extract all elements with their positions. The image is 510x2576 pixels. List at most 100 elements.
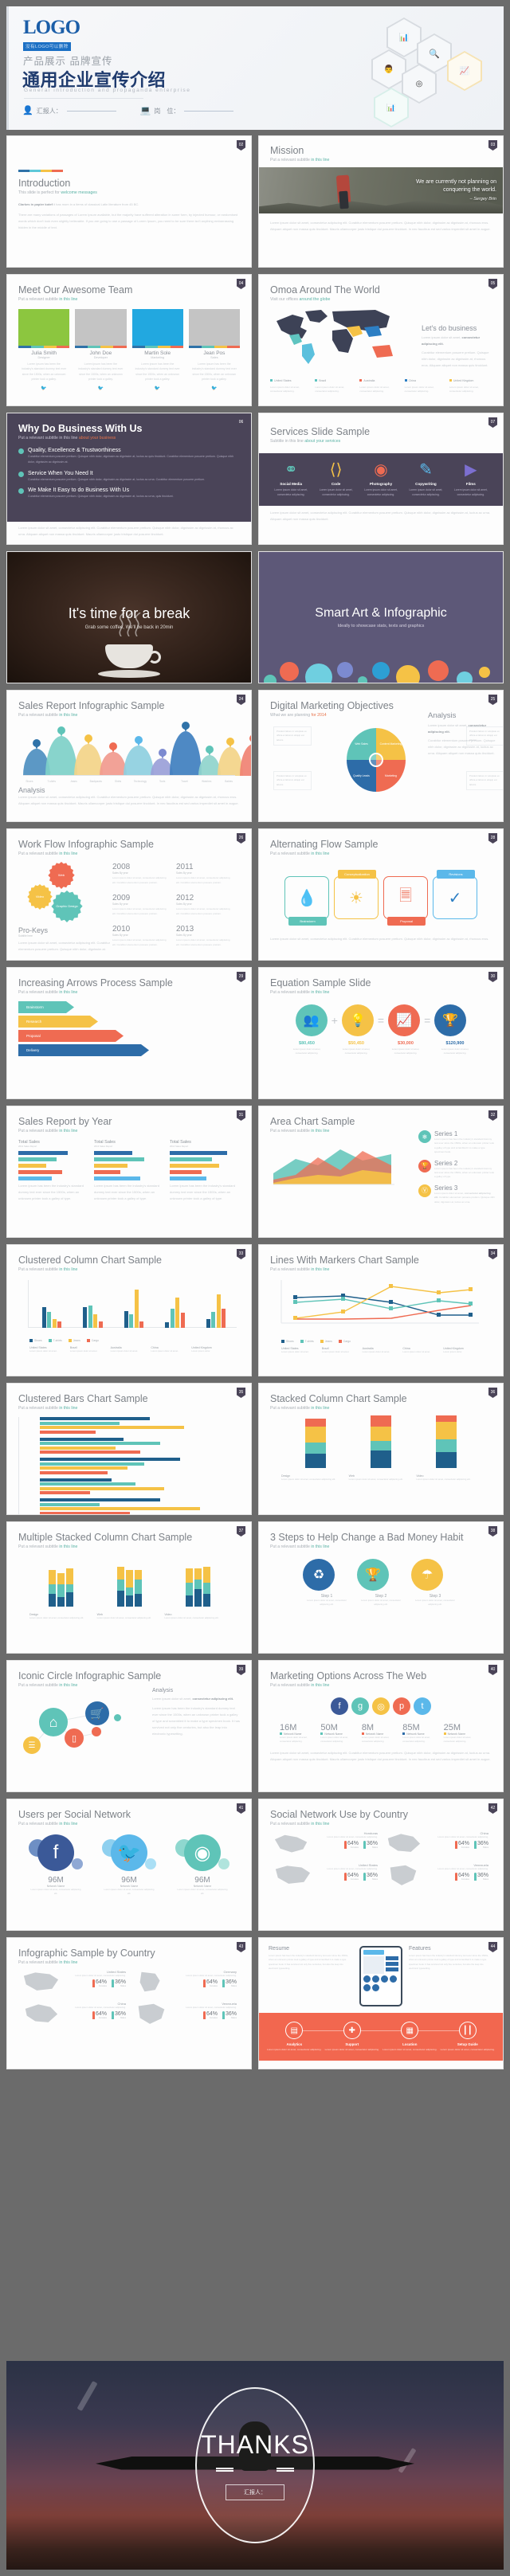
flow-card-revisions[interactable]: ✓ Revisions	[433, 870, 477, 919]
slide-work-flow[interactable]: 26 Work Flow Infographic Sample Put a re…	[6, 828, 252, 961]
flower-icon: ❄	[418, 1130, 431, 1143]
slide-clustered-column-chart[interactable]: 33 Clustered Column Chart Sample Put a r…	[6, 1244, 252, 1376]
analysis-body: Lorem ipsum dolor sit amet, consectetur …	[18, 795, 239, 805]
step-item[interactable]: 🏆 Step 2 Lorem ipsum dolor sit amet, conse…	[357, 1559, 405, 1607]
wifi-icon[interactable]: ☰	[23, 1736, 41, 1754]
twitter-icon[interactable]: 🐦	[132, 386, 183, 391]
step-item[interactable]: ☂ Step 3 Lorem ipsum dolor sit amet, conse…	[411, 1559, 459, 1607]
service-item[interactable]: ✎ Copywriting Lorem ipsum dolor sit amet, …	[405, 462, 446, 497]
slide-break[interactable]: It's time for a break Grab some coffee, …	[6, 551, 252, 683]
team-member[interactable]: John Doe Developer Lorem ipsum has been …	[75, 309, 127, 391]
slide-3-steps[interactable]: 38 3 Steps to Help Change a Bad Money Ha…	[258, 1521, 504, 1654]
arrow-step[interactable]: Proposal Lorem ipsum dolor sit amet, cons…	[18, 1030, 124, 1042]
column-heading: Features	[409, 1946, 431, 1952]
team-member[interactable]: Julia Smith Designer Lorem ipsum has bee…	[18, 309, 70, 391]
instagram-icon[interactable]: ◎	[372, 1697, 390, 1715]
slide-mission[interactable]: 03 Mission Put a relevant subtitle in th…	[258, 135, 504, 268]
flow-card-brainstorm[interactable]: 💧 Brainstorm	[284, 876, 329, 926]
equation-labels: $80,450 Lorem ipsum dolor sit amet, conse…	[292, 1041, 469, 1055]
feature-item[interactable]: ✚ Support Lorem ipsum dolor sit amet, cons…	[325, 2022, 380, 2052]
page-subtitle: Put a relevant subtitle in this line	[270, 851, 330, 856]
slide-alternating-flow[interactable]: 28 Alternating Flow Sample Put a relevan…	[258, 828, 504, 961]
slide-resume-features[interactable]: 44 Resume Lorem ipsum has been the indus…	[258, 1937, 504, 2069]
feature-item[interactable]: ▦ Location Lorem ipsum dolor sit amet, con…	[382, 2022, 437, 2052]
slide-digital-marketing[interactable]: 25 Digital Marketing Objectives What we …	[258, 690, 504, 822]
feature-item[interactable]: ┃┃ Setup Guide Lorem ipsum dolor sit amet,…	[441, 2022, 496, 2052]
hill-chart: Shoes T-shirts Jeans Backpacks Shirts Techn…	[18, 722, 251, 783]
service-item[interactable]: ▶ Films Lorem ipsum dolor sit amet, consec…	[450, 462, 492, 497]
callout-heading: Let's do business	[422, 324, 477, 332]
slide-network-by-country[interactable]: 42 Social Network Use by Country Put a r…	[258, 1799, 504, 1931]
facebook-icon[interactable]: f	[331, 1697, 348, 1715]
team-member[interactable]: Martin Sole Marketing Lorem ipsum has be…	[131, 309, 183, 391]
slide-iconic-circle[interactable]: 39 Iconic Circle Infographic Sample Put …	[6, 1660, 252, 1792]
slide-increasing-arrows[interactable]: 29 Increasing Arrows Process Sample Put …	[6, 967, 252, 1099]
member-role: Developer	[93, 355, 108, 359]
slide-lines-markers-chart[interactable]: 34 Lines With Markers Chart Sample Put a…	[258, 1244, 504, 1376]
step-item[interactable]: ♻ Step 1 Lorem ipsum dolor sit amet, conse…	[303, 1559, 351, 1607]
stat-item: 50M Network Name Lorem ipsum dolor sit ame…	[320, 1723, 348, 1744]
page-title: Services Slide Sample	[270, 426, 371, 437]
arrow-step[interactable]: Delivery Lorem ipsum dolor sit amet, cons…	[18, 1044, 149, 1056]
year-item: 2009 Sales By year Lorem ipsum dolor sit a…	[112, 894, 167, 915]
slide-introduction[interactable]: 02 Introduction This slide is perfect fo…	[6, 135, 252, 268]
page-subtitle: Put a relevant subtitle in this line	[270, 1544, 330, 1549]
page-subtitle: Put a relevant subtitle in this line	[270, 990, 330, 995]
twitter-icon[interactable]: 🐦	[189, 386, 240, 391]
check-icon: ✓	[448, 889, 462, 907]
service-item[interactable]: ⚭ Social Media Lorem ipsum dolor sit amet,…	[270, 462, 312, 497]
pie-callout: Proident labore in voluptate ex officia …	[273, 726, 312, 746]
slide-marketing-options[interactable]: 40 Marketing Options Across The Web Put …	[258, 1660, 504, 1792]
slide-why-business[interactable]: 06 Why Do Business With Us Put a relevan…	[6, 413, 252, 545]
twitter-icon[interactable]: 🐦	[75, 386, 126, 391]
country-item: Germany Lorem ipsum dolor sit amet, conse…	[132, 1970, 237, 1997]
slide-team[interactable]: 04 Meet Our Awesome Team Put a relevant …	[6, 274, 252, 406]
slide-smart-art[interactable]: Smart Art & Infographic Ideally to showc…	[258, 551, 504, 683]
thanks-slide[interactable]: THANKS 汇报人：	[6, 2361, 504, 2570]
flow-card-conceptualization[interactable]: ☀ Conceptualization	[334, 870, 379, 919]
page-subtitle: Put a relevant subtitle in this line	[18, 1544, 78, 1549]
feature-item[interactable]: ▤ Analytics Lorem ipsum dolor sit amet, co…	[267, 2022, 322, 2052]
network-item[interactable]: 🐦 96M Network Name Lorem ipsum dolor sit a…	[96, 1834, 163, 1897]
slide-stacked-column-chart[interactable]: 36 Stacked Column Chart Sample Put a rel…	[258, 1383, 504, 1515]
slide-multiple-stacked-chart[interactable]: 37 Multiple Stacked Column Chart Sample …	[6, 1521, 252, 1654]
reporter-field[interactable]: 👤 汇报人：	[22, 107, 116, 115]
service-item[interactable]: ⟨⟩ Code Lorem ipsum dolor sit amet, consec…	[315, 462, 356, 497]
slide-equation[interactable]: 30 Equation Sample Slide Put a relevant …	[258, 967, 504, 1099]
cover-slide[interactable]: LOGO 没有LOGO可以删除 产品展示 品牌宣传 通用企业宣传介绍 Gener…	[6, 6, 504, 130]
mobile-icon[interactable]: ▯	[65, 1728, 84, 1748]
slide-clustered-bars-chart[interactable]: 35 Clustered Bars Chart Sample Put a rel…	[6, 1383, 252, 1515]
cart-icon[interactable]: 🛒	[85, 1701, 109, 1725]
thanks-ring: THANKS 汇报人：	[195, 2387, 315, 2543]
slide-sales-by-year[interactable]: 31 Sales Report by Year Put a relevant s…	[6, 1106, 252, 1238]
pinterest-icon[interactable]: p	[393, 1697, 410, 1715]
page-subtitle: Put a relevant subtitle in this line	[18, 1960, 78, 1965]
home-icon[interactable]: ⌂	[39, 1708, 68, 1736]
google-plus-icon[interactable]: g	[351, 1697, 369, 1715]
arrow-process: Brainstorm Lorem ipsum dolor sit amet, co…	[18, 1001, 240, 1056]
slide-grid: 02 Introduction This slide is perfect fo…	[6, 135, 504, 2076]
slide-users-per-network[interactable]: 41 Users per Social Network Put a releva…	[6, 1799, 252, 1931]
slide-services[interactable]: 07 Services Slide Sample Subtitle in thi…	[258, 413, 504, 545]
chart-bar-icon: 📊	[398, 33, 410, 42]
position-field[interactable]: 💻 岗 位：	[140, 107, 234, 115]
slide-sales-report-infographic[interactable]: 24 Sales Report Infographic Sample Put a…	[6, 690, 252, 822]
analysis-heading: Analysis	[152, 1688, 174, 1693]
network-item[interactable]: ◉ 96M Network Name Lorem ipsum dolor sit a…	[169, 1834, 236, 1897]
slide-row: 02 Introduction This slide is perfect fo…	[6, 135, 504, 268]
hexagon-chart-up[interactable]: 📈	[447, 51, 482, 91]
arrow-step[interactable]: Research Lorem ipsum dolor sit amet, cons…	[18, 1016, 98, 1028]
twitter-icon[interactable]: t	[414, 1697, 431, 1715]
slide-infographic-by-country[interactable]: 43 Infographic Sample by Country Put a r…	[6, 1937, 252, 2069]
flow-card-proposal[interactable]: 🗏 Proposal	[383, 876, 428, 926]
slide-world-map[interactable]: 05 Omoa Around The World Visit our offic…	[258, 274, 504, 406]
network-item[interactable]: f 96M Network Name Lorem ipsum dolor sit a…	[22, 1834, 89, 1897]
twitter-icon[interactable]: 🐦	[18, 386, 69, 391]
legend-item: Australia Lorem ipsum dolor sit amet, con…	[359, 379, 390, 393]
slide-area-chart[interactable]: 32 Area Chart Sample Put a relevant subt…	[258, 1106, 504, 1238]
reporter-field[interactable]: 汇报人：	[226, 2484, 284, 2500]
service-item[interactable]: ◉ Photography Lorem ipsum dolor sit amet, …	[360, 462, 402, 497]
team-member[interactable]: Jean Pos Sales Lorem ipsum has been the …	[188, 309, 240, 391]
country-item: China Lorem ipsum dolor sit amet, consect…	[384, 1831, 488, 1858]
arrow-step[interactable]: Brainstorm Lorem ipsum dolor sit amet, co…	[18, 1001, 74, 1013]
